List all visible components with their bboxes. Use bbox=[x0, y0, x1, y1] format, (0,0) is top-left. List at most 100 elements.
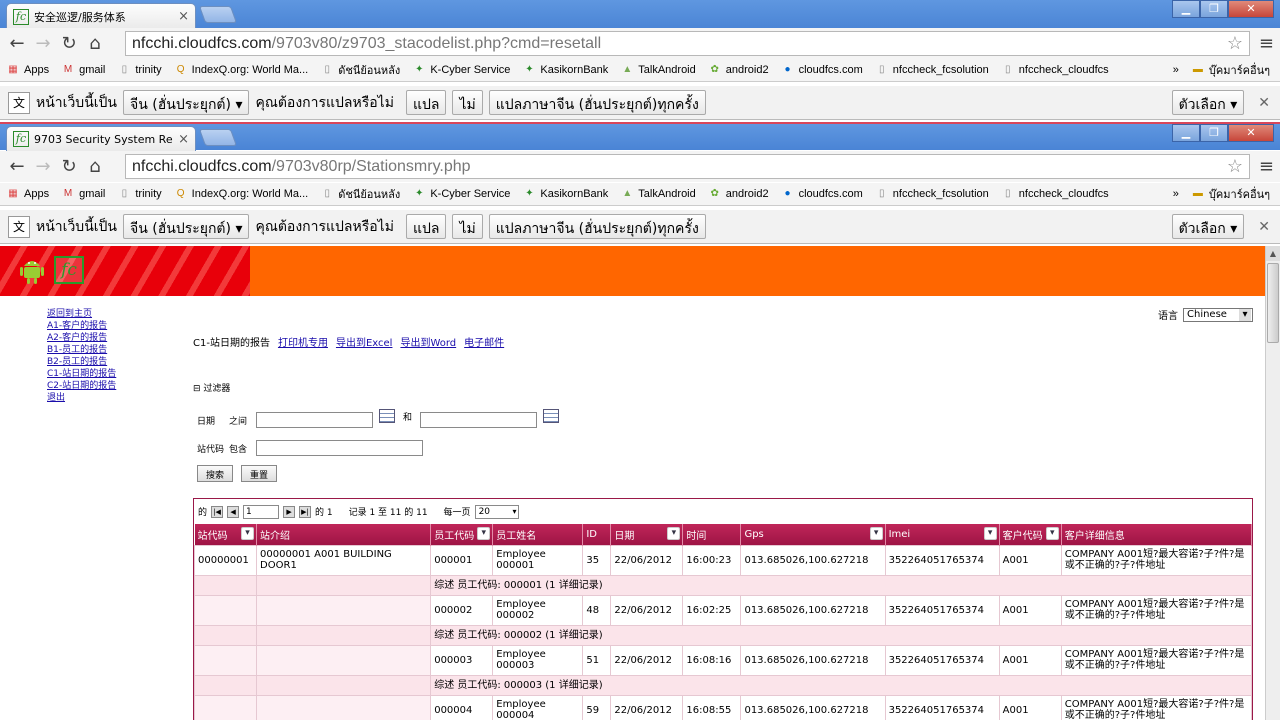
address-bar[interactable]: nfcchi.cloudfcs.com/9703v80/z9703_stacod… bbox=[125, 31, 1250, 56]
new-tab-button[interactable] bbox=[198, 6, 238, 23]
bookmark-item[interactable]: ● cloudfcs.com bbox=[775, 63, 869, 77]
back-arrow-icon[interactable]: ← bbox=[4, 156, 30, 177]
column-header[interactable]: ID bbox=[582, 524, 612, 545]
sort-dropdown-icon[interactable]: ▾ bbox=[667, 527, 681, 540]
translate-button[interactable]: แปล bbox=[405, 214, 447, 239]
forward-arrow-icon[interactable]: → bbox=[30, 156, 56, 177]
always-translate-button[interactable]: แปลภาษาจีน (ฮั่นประยุกต์)ทุกครั้ง bbox=[488, 90, 706, 115]
maximize-button[interactable]: ❐ bbox=[1200, 124, 1228, 142]
other-bookmarks-folder[interactable]: ▬ บุ๊คมาร์คอื่นๆ bbox=[1185, 61, 1276, 79]
search-button[interactable]: 搜索 bbox=[197, 465, 234, 482]
next-page-icon[interactable]: ▶ bbox=[283, 505, 296, 518]
bookmark-item[interactable]: ▲ TalkAndroid bbox=[614, 187, 701, 201]
always-translate-button[interactable]: แปลภาษาจีน (ฮั่นประยุกต์)ทุกครั้ง bbox=[488, 214, 706, 239]
close-window-button[interactable]: ✕ bbox=[1228, 0, 1274, 18]
sort-dropdown-icon[interactable]: ▾ bbox=[477, 527, 491, 540]
column-header[interactable]: 时间 bbox=[682, 524, 742, 545]
close-tab-icon[interactable]: × bbox=[178, 132, 189, 147]
nav-link[interactable]: C1-站日期的报告 bbox=[47, 368, 116, 380]
new-tab-button[interactable] bbox=[198, 129, 238, 146]
column-header[interactable]: 日期 ▾ bbox=[610, 524, 684, 545]
page-number-input[interactable]: 1 bbox=[243, 504, 280, 519]
bookmark-item[interactable]: ✿ android2 bbox=[702, 187, 775, 201]
bookmark-item[interactable]: ✦ K-Cyber Service bbox=[406, 63, 516, 77]
home-icon[interactable]: ⌂ bbox=[82, 33, 108, 54]
browser-tab[interactable]: fc 安全巡逻/服务体系 × bbox=[6, 3, 196, 29]
first-page-icon[interactable]: |◀ bbox=[211, 505, 224, 518]
close-icon[interactable]: ✕ bbox=[1258, 219, 1270, 235]
column-header[interactable]: 客户代码 ▾ bbox=[999, 524, 1062, 545]
nav-link[interactable]: A1-客户的报告 bbox=[47, 320, 116, 332]
bookmark-star-icon[interactable]: ☆ bbox=[1227, 156, 1243, 177]
bookmark-item[interactable]: ▯ nfccheck_cloudfcs bbox=[995, 63, 1115, 77]
address-bar[interactable]: nfcchi.cloudfcs.com/9703v80rp/Stationsmr… bbox=[125, 154, 1250, 179]
bookmark-item[interactable]: ● cloudfcs.com bbox=[775, 187, 869, 201]
nav-link[interactable]: A2-客户的报告 bbox=[47, 332, 116, 344]
menu-icon[interactable]: ≡ bbox=[1259, 33, 1274, 54]
no-button[interactable]: ไม่ bbox=[452, 90, 483, 115]
bookmark-item[interactable]: ▯ nfccheck_fcsolution bbox=[869, 63, 995, 77]
column-header[interactable]: 站介绍 bbox=[256, 524, 432, 545]
column-header[interactable]: Imei ▾ bbox=[885, 524, 1000, 545]
close-window-button[interactable]: ✕ bbox=[1228, 124, 1274, 142]
column-header[interactable]: Gps ▾ bbox=[740, 524, 886, 545]
bookmark-item[interactable]: ▯ nfccheck_fcsolution bbox=[869, 187, 995, 201]
bookmark-item[interactable]: ✦ KasikornBank bbox=[516, 187, 614, 201]
nav-link[interactable]: B2-员工的报告 bbox=[47, 356, 116, 368]
column-header[interactable]: 客户详细信息 bbox=[1061, 524, 1253, 545]
sort-dropdown-icon[interactable]: ▾ bbox=[1045, 527, 1059, 540]
more-bookmarks-button[interactable]: » bbox=[1167, 188, 1185, 200]
date-from-input[interactable] bbox=[256, 412, 373, 428]
reset-button[interactable]: 重置 bbox=[241, 465, 278, 482]
home-icon[interactable]: ⌂ bbox=[82, 156, 108, 177]
other-bookmarks-folder[interactable]: ▬ บุ๊คมาร์คอื่นๆ bbox=[1185, 185, 1276, 203]
source-language-select[interactable]: จีน (ฮั่นประยุกต์) ▾ bbox=[123, 214, 250, 239]
filter-toggle[interactable]: ⊟ 过滤器 bbox=[193, 381, 230, 394]
bookmark-item[interactable]: Mgmail bbox=[55, 63, 111, 77]
page-scrollbar[interactable]: ▲ bbox=[1265, 246, 1280, 720]
column-header[interactable]: 员工姓名 bbox=[492, 524, 584, 545]
more-bookmarks-button[interactable]: » bbox=[1167, 64, 1185, 76]
print-link[interactable]: 打印机专用 bbox=[278, 334, 328, 349]
nav-link[interactable]: B1-员工的报告 bbox=[47, 344, 116, 356]
station-code-input[interactable] bbox=[256, 440, 423, 456]
bookmark-item[interactable]: Mgmail bbox=[55, 187, 111, 201]
sort-dropdown-icon[interactable]: ▾ bbox=[869, 527, 883, 540]
column-header[interactable]: 站代码 ▾ bbox=[194, 524, 258, 545]
bookmark-item[interactable]: Q IndexQ.org: World Ma... bbox=[168, 187, 315, 201]
scroll-up-icon[interactable]: ▲ bbox=[1266, 246, 1280, 261]
bookmark-item[interactable]: ▯ trinity bbox=[111, 63, 167, 77]
nav-link[interactable]: 退出 bbox=[47, 392, 116, 404]
per-page-select[interactable]: 20 ▾ bbox=[474, 504, 519, 519]
calendar-to-icon[interactable] bbox=[543, 409, 560, 423]
bookmark-item[interactable]: ▯ ดัชนีย้อนหลัง bbox=[314, 61, 406, 79]
bookmark-item[interactable]: ▦ Apps bbox=[0, 187, 55, 201]
sort-dropdown-icon[interactable]: ▾ bbox=[983, 527, 997, 540]
forward-arrow-icon[interactable]: → bbox=[30, 33, 56, 54]
translate-options-button[interactable]: ตัวเลือก ▾ bbox=[1171, 214, 1245, 239]
browser-tab-2[interactable]: fc 9703 Security System Repor × bbox=[6, 126, 196, 151]
scroll-thumb[interactable] bbox=[1267, 263, 1279, 343]
source-language-select[interactable]: จีน (ฮั่นประยุกต์) ▾ bbox=[123, 90, 250, 115]
menu-icon[interactable]: ≡ bbox=[1259, 156, 1274, 177]
email-link[interactable]: 电子邮件 bbox=[464, 334, 504, 349]
sort-dropdown-icon[interactable]: ▾ bbox=[241, 527, 255, 540]
back-arrow-icon[interactable]: ← bbox=[4, 33, 30, 54]
reload-icon[interactable]: ↻ bbox=[56, 156, 82, 177]
bookmark-item[interactable]: ▯ nfccheck_cloudfcs bbox=[995, 187, 1115, 201]
nav-link[interactable]: C2-站日期的报告 bbox=[47, 380, 116, 392]
minimize-button[interactable]: ▁ bbox=[1172, 124, 1200, 142]
bookmark-item[interactable]: ✦ KasikornBank bbox=[516, 63, 614, 77]
last-page-icon[interactable]: ▶| bbox=[299, 505, 312, 518]
close-icon[interactable]: ✕ bbox=[1258, 95, 1270, 111]
language-dropdown[interactable]: Chinese bbox=[1183, 307, 1253, 322]
export-word-link[interactable]: 导出到Word bbox=[400, 334, 456, 349]
bookmark-item[interactable]: ▯ trinity bbox=[111, 187, 167, 201]
bookmark-star-icon[interactable]: ☆ bbox=[1227, 33, 1243, 54]
column-header[interactable]: 员工代码 ▾ bbox=[430, 524, 494, 545]
bookmark-item[interactable]: ✦ K-Cyber Service bbox=[406, 187, 516, 201]
bookmark-item[interactable]: ▯ ดัชนีย้อนหลัง bbox=[314, 185, 406, 203]
bookmark-item[interactable]: ▲ TalkAndroid bbox=[614, 63, 701, 77]
minimize-button[interactable]: ▁ bbox=[1172, 0, 1200, 18]
calendar-from-icon[interactable] bbox=[379, 409, 395, 423]
